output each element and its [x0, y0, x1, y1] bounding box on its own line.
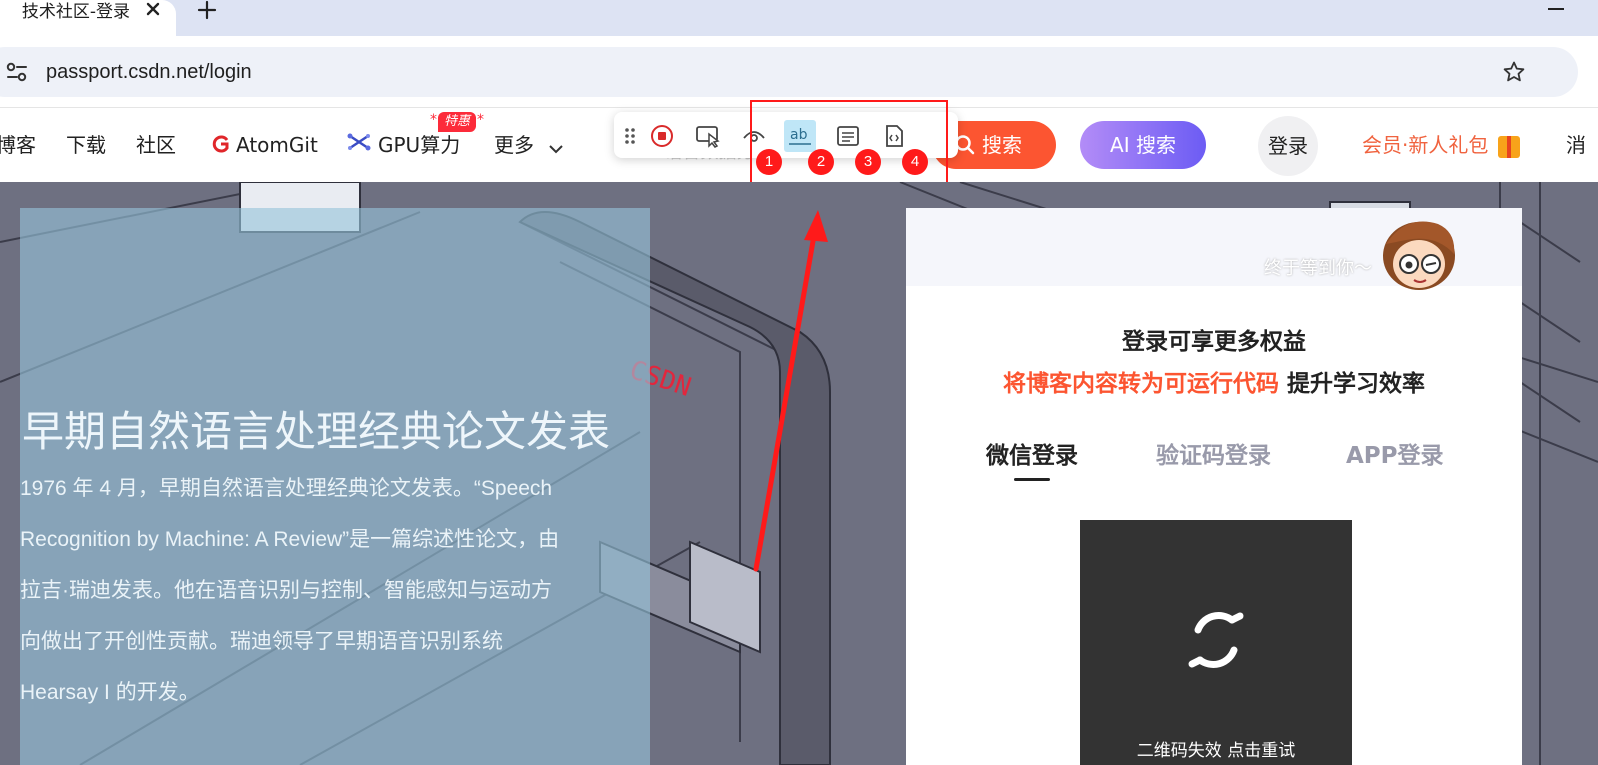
record-stop-icon[interactable]	[646, 120, 678, 152]
hero-banner: CSDN 早期自然语言处理经典论文发表 1976 年 4 月，早期自然语言处理经…	[0, 182, 1598, 765]
nav-item-gpu-label: GPU算力	[378, 133, 461, 157]
annotation-number-2: 2	[808, 149, 834, 175]
site-settings-icon[interactable]	[6, 62, 28, 82]
gift-icon	[1498, 135, 1521, 158]
annotation-highlight-box	[750, 100, 948, 194]
cursor-select-icon[interactable]	[692, 120, 724, 152]
nav-item-more[interactable]: 更多	[494, 108, 570, 182]
login-highlight: 将博客内容转为可运行代码	[1003, 371, 1279, 397]
login-button[interactable]: 登录	[1258, 116, 1318, 176]
bookmark-star-icon[interactable]	[1502, 60, 1526, 84]
gpu-logo-icon	[346, 110, 372, 184]
new-tab-icon[interactable]	[194, 0, 220, 22]
browser-tab[interactable]: 技术社区-登录	[0, 0, 176, 36]
greeting-text: 终于等到你～	[1264, 258, 1372, 279]
annotation-number-3: 3	[855, 149, 881, 175]
tab-sms-login[interactable]: 验证码登录	[1156, 436, 1271, 470]
close-tab-icon[interactable]	[142, 0, 164, 22]
login-subline: 提升学习效率	[1287, 371, 1425, 397]
minimize-window-icon[interactable]	[1548, 8, 1564, 10]
annotation-number-1: 1	[756, 149, 782, 175]
browser-tab-bar: 技术社区-登录	[0, 0, 1598, 36]
vip-gift-label: 会员·新人礼包	[1362, 133, 1489, 157]
tab-app-login[interactable]: APP登录	[1346, 436, 1444, 470]
address-bar[interactable]: passport.csdn.net/login	[0, 47, 1578, 97]
login-subheadline: 将博客内容转为可运行代码 提升学习效率	[906, 364, 1522, 398]
nav-item-community[interactable]: 社区	[136, 108, 176, 182]
hot-deal-badge: 特惠	[430, 110, 484, 132]
tab-title: 技术社区-登录	[21, 2, 130, 22]
vip-gift-link[interactable]: 会员·新人礼包	[1362, 108, 1521, 182]
tab-wechat-login[interactable]: 微信登录	[986, 436, 1078, 470]
nav-item-atomgit-label: AtomGit	[236, 133, 318, 157]
active-tab-indicator	[1014, 478, 1050, 481]
nav-item-blog[interactable]: 博客	[0, 108, 36, 182]
qr-expired-message: 二维码失效 点击重试	[1136, 741, 1296, 761]
nav-item-messages[interactable]: 消息	[1566, 108, 1598, 231]
annotation-number-4: 4	[902, 149, 928, 175]
refresh-icon[interactable]	[1180, 604, 1252, 680]
login-headline: 登录可享更多权益	[1122, 329, 1306, 355]
qr-code-area[interactable]: 二维码失效 点击重试	[1080, 520, 1352, 765]
drag-handle-icon[interactable]	[614, 120, 646, 152]
address-row: passport.csdn.net/login	[0, 36, 1598, 108]
atomgit-logo-icon	[212, 110, 230, 184]
nav-item-more-label: 更多	[494, 133, 534, 157]
nav-item-download[interactable]: 下载	[66, 108, 106, 182]
chevron-down-icon	[548, 110, 564, 184]
login-card: 终于等到你～ 登录可享更多权益 将博客内容转为可运行代码 提升学习效率 微信登录 …	[906, 208, 1522, 765]
mascot-avatar	[1376, 214, 1462, 294]
ai-search-button[interactable]: AI 搜索	[1080, 121, 1206, 169]
url-text[interactable]: passport.csdn.net/login	[46, 47, 252, 97]
search-button-label: 搜索	[982, 133, 1022, 157]
nav-item-atomgit[interactable]: AtomGit	[212, 108, 318, 182]
